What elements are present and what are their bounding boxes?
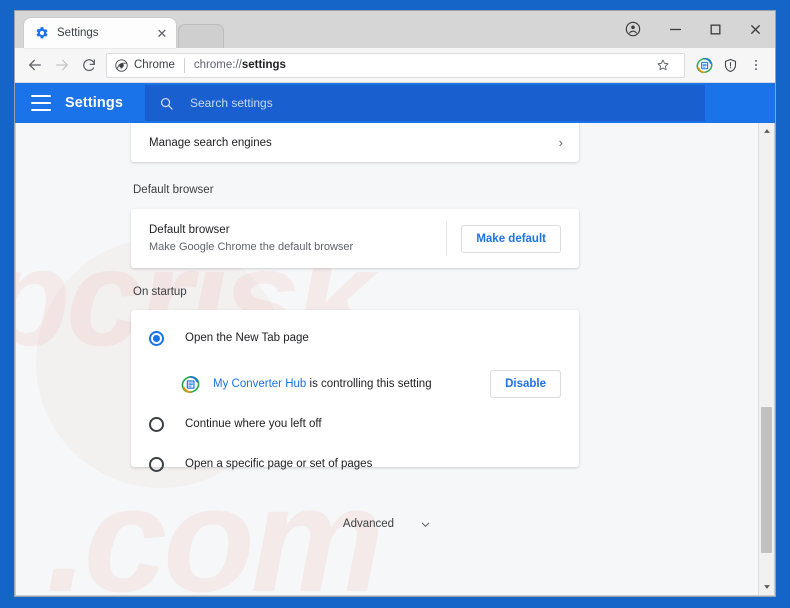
omnibox-url-bold: settings bbox=[241, 59, 286, 71]
row-subtitle: Make Google Chrome the default browser bbox=[149, 241, 354, 253]
address-bar[interactable]: Chrome chrome://settings bbox=[106, 52, 685, 78]
my-converter-hub-extension-icon[interactable] bbox=[691, 52, 717, 78]
radio-label: Open a specific page or set of pages bbox=[185, 458, 373, 470]
minimize-button[interactable] bbox=[655, 14, 695, 44]
radio-indicator[interactable] bbox=[149, 416, 164, 432]
search-input[interactable] bbox=[188, 95, 680, 111]
row-title: Default browser bbox=[149, 224, 230, 236]
radio-indicator[interactable] bbox=[149, 330, 164, 346]
settings-header-bar: Settings bbox=[15, 83, 775, 123]
scrollbar-track[interactable] bbox=[759, 139, 774, 579]
extension-name-link[interactable]: My Converter Hub bbox=[213, 378, 306, 390]
omnibox-right-icons bbox=[650, 52, 676, 78]
advanced-label: Advanced bbox=[342, 518, 395, 530]
row-main: Default browser Make Google Chrome the d… bbox=[149, 224, 446, 253]
chevron-down-icon bbox=[420, 519, 431, 530]
radio-indicator[interactable] bbox=[149, 456, 164, 472]
chrome-logo-icon bbox=[115, 58, 128, 72]
browser-window: Settings ✕ Chrome chrome://settings Sett… bbox=[14, 10, 776, 597]
row-main: Manage search engines bbox=[149, 137, 559, 149]
row-divider bbox=[446, 221, 448, 256]
radio-open-specific-pages[interactable]: Open a specific page or set of pages bbox=[131, 451, 579, 477]
row-title: Manage search engines bbox=[149, 136, 272, 149]
tab-strip: Settings ✕ bbox=[15, 11, 775, 48]
maximize-button[interactable] bbox=[695, 14, 735, 44]
settings-content: pcrisk .com Manage search engines › Defa… bbox=[16, 123, 758, 595]
radio-label: Open the New Tab page bbox=[185, 332, 309, 344]
back-button-icon[interactable] bbox=[21, 52, 48, 79]
search-icon bbox=[159, 96, 174, 111]
tab-settings[interactable]: Settings ✕ bbox=[24, 18, 176, 48]
my-converter-hub-extension-icon bbox=[181, 375, 200, 394]
extension-notice-text: My Converter Hub is controlling this set… bbox=[213, 378, 490, 390]
on-startup-card: Open the New Tab page My Converter Hub i… bbox=[131, 310, 579, 472]
window-controls bbox=[611, 11, 775, 47]
three-dot-menu-icon[interactable] bbox=[743, 52, 769, 78]
extension-notice-rest: is controlling this setting bbox=[306, 378, 432, 390]
settings-page-title: Settings bbox=[65, 95, 123, 111]
hamburger-line bbox=[31, 102, 51, 104]
browser-toolbar: Chrome chrome://settings bbox=[15, 48, 775, 83]
section-label-on-startup: On startup bbox=[133, 286, 187, 298]
hamburger-menu-icon[interactable] bbox=[31, 95, 51, 111]
hamburger-line bbox=[31, 109, 51, 111]
radio-label: Continue where you left off bbox=[185, 418, 322, 430]
default-browser-card: Default browser Make Google Chrome the d… bbox=[131, 209, 579, 268]
settings-gear-icon bbox=[34, 26, 49, 41]
settings-search-box[interactable] bbox=[145, 85, 705, 121]
profile-avatar-icon[interactable] bbox=[611, 14, 655, 44]
disable-extension-button[interactable]: Disable bbox=[490, 370, 561, 398]
scrollbar-thumb[interactable] bbox=[761, 407, 772, 553]
forward-button-icon[interactable] bbox=[48, 52, 75, 79]
settings-viewport: pcrisk .com Manage search engines › Defa… bbox=[15, 123, 775, 596]
star-icon[interactable] bbox=[650, 52, 676, 78]
vertical-scrollbar[interactable] bbox=[758, 123, 774, 595]
make-default-button[interactable]: Make default bbox=[461, 224, 561, 253]
scroll-down-arrow[interactable] bbox=[759, 579, 774, 595]
omnibox-url: chrome://settings bbox=[194, 59, 286, 71]
radio-open-new-tab-page[interactable]: Open the New Tab page bbox=[131, 325, 579, 351]
desktop-background: Settings ✕ Chrome chrome://settings Sett… bbox=[0, 0, 790, 608]
advanced-expander[interactable]: Advanced bbox=[16, 511, 758, 537]
row-manage-search-engines[interactable]: Manage search engines › bbox=[131, 123, 579, 162]
shield-icon[interactable] bbox=[717, 52, 743, 78]
extension-controlling-notice: My Converter Hub is controlling this set… bbox=[131, 366, 579, 402]
tab-title: Settings bbox=[57, 27, 99, 39]
reload-button-icon[interactable] bbox=[75, 52, 102, 79]
hamburger-line bbox=[31, 95, 51, 97]
omnibox-url-prefix: chrome:// bbox=[193, 59, 242, 71]
radio-continue-where-left-off[interactable]: Continue where you left off bbox=[131, 411, 579, 437]
chevron-right-icon: › bbox=[558, 135, 563, 150]
row-default-browser: Default browser Make Google Chrome the d… bbox=[131, 209, 579, 268]
omnibox-divider bbox=[183, 57, 185, 73]
new-tab-button[interactable] bbox=[178, 24, 224, 48]
close-button[interactable] bbox=[735, 14, 775, 44]
omnibox-chip-label: Chrome bbox=[134, 59, 175, 71]
scroll-up-arrow[interactable] bbox=[759, 123, 774, 139]
tab-close-icon[interactable]: ✕ bbox=[154, 25, 170, 41]
search-engines-card: Manage search engines › bbox=[131, 123, 579, 162]
section-label-default-browser: Default browser bbox=[133, 184, 214, 196]
